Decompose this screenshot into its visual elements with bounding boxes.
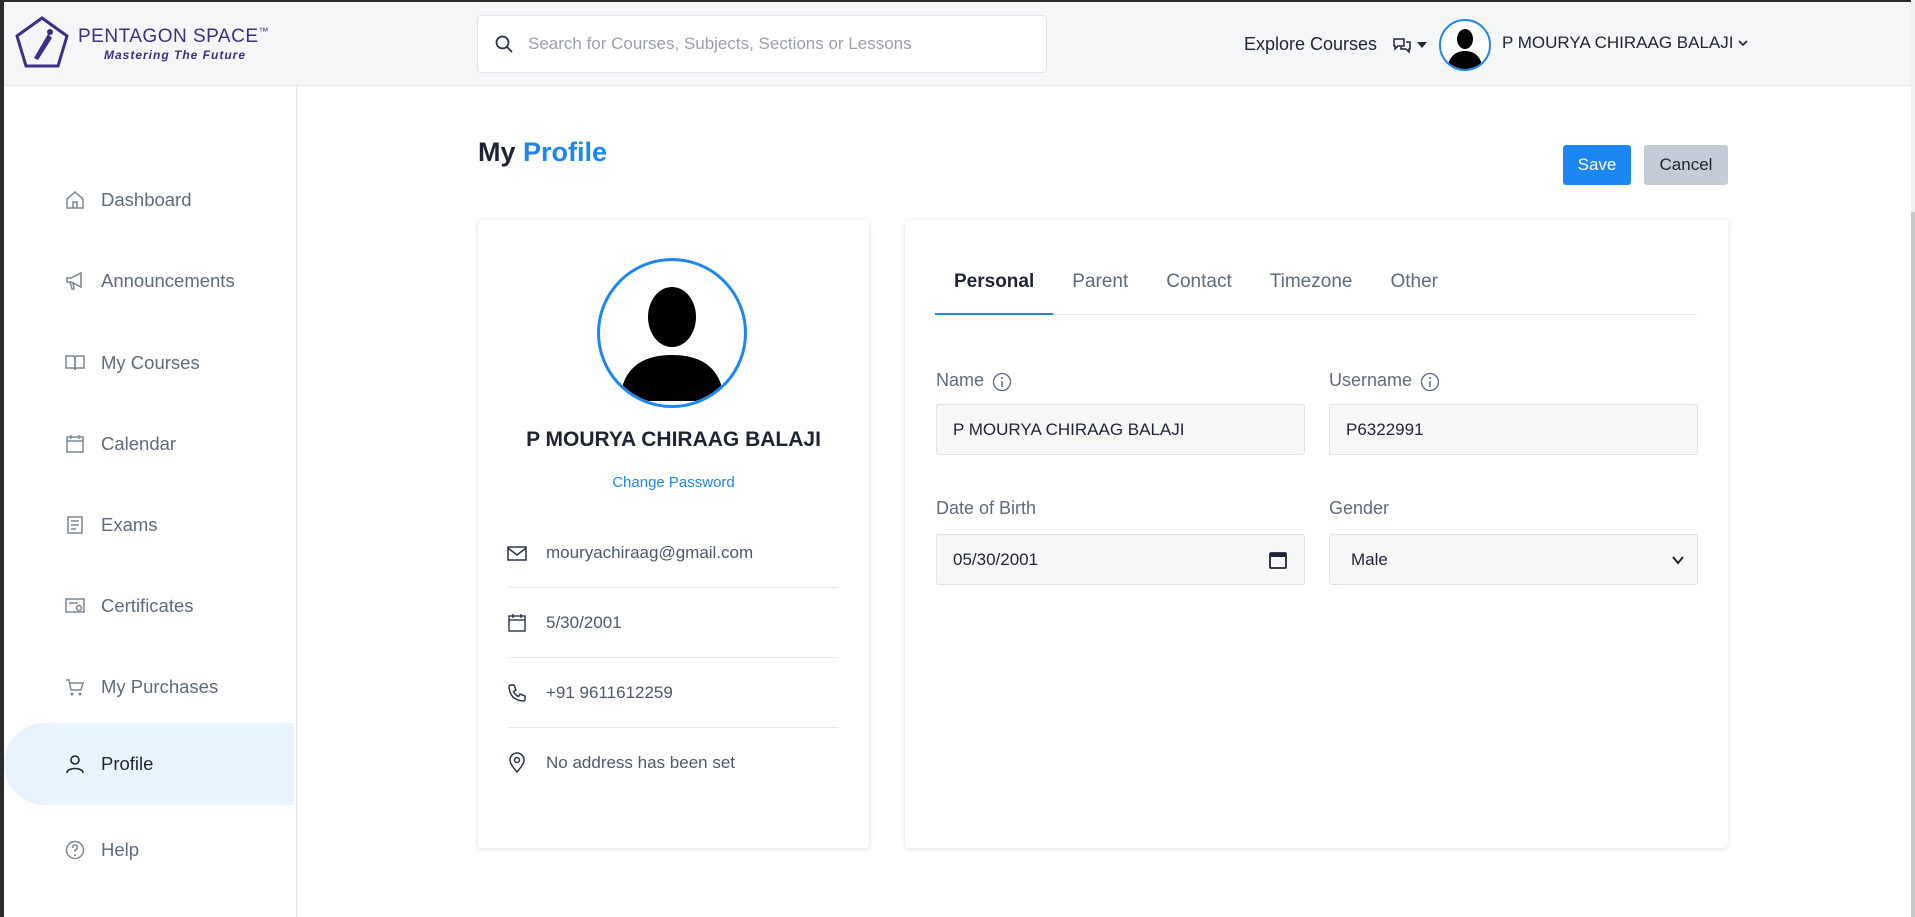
page-title: My Profile bbox=[478, 137, 608, 167]
info-icon[interactable] bbox=[992, 372, 1012, 392]
person-silhouette-icon bbox=[620, 287, 724, 401]
phone-value: +91 9611612259 bbox=[546, 682, 673, 702]
person-silhouette-icon bbox=[1447, 29, 1483, 69]
sidebar-item-profile[interactable]: Profile bbox=[4, 723, 294, 805]
cancel-button[interactable]: Cancel bbox=[1644, 145, 1728, 185]
gender-select[interactable]: Male bbox=[1329, 534, 1698, 585]
dob-label: Date of Birth bbox=[936, 498, 1037, 518]
mail-icon bbox=[507, 545, 527, 561]
profile-tabs: Personal Parent Contact Timezone Other bbox=[935, 270, 1697, 315]
address-row: No address has been set bbox=[508, 728, 838, 798]
megaphone-icon bbox=[66, 271, 82, 290]
sidebar-item-help[interactable]: Help bbox=[4, 809, 297, 891]
username-label: Username bbox=[1329, 368, 1440, 392]
sidebar-item-dashboard[interactable]: Dashboard bbox=[4, 159, 297, 241]
pentagon-logo-icon bbox=[15, 16, 69, 68]
logo-title: PENTAGON SPACE™ bbox=[78, 26, 269, 47]
sidebar-item-my-courses[interactable]: My Courses bbox=[4, 322, 297, 404]
sidebar-item-my-purchases[interactable]: My Purchases bbox=[4, 646, 297, 728]
calendar-icon bbox=[508, 613, 526, 632]
cart-icon bbox=[66, 679, 84, 696]
caret-down-icon bbox=[1417, 42, 1427, 48]
name-field[interactable]: P MOURYA CHIRAAG BALAJI bbox=[936, 404, 1305, 455]
sidebar-item-label: My Courses bbox=[101, 352, 200, 373]
info-icon[interactable] bbox=[1420, 372, 1440, 392]
name-label: Name bbox=[936, 368, 1012, 392]
logo[interactable]: PENTAGON SPACE™ Mastering The Future bbox=[12, 14, 269, 74]
tab-timezone[interactable]: Timezone bbox=[1251, 270, 1372, 315]
dob-date-input[interactable]: 05/30/2001 bbox=[936, 534, 1305, 585]
phone-row: +91 9611612259 bbox=[508, 658, 838, 728]
sidebar-item-announcements[interactable]: Announcements bbox=[4, 240, 297, 322]
profile-edit-card: Personal Parent Contact Timezone Other N… bbox=[905, 220, 1728, 848]
user-icon bbox=[66, 755, 84, 774]
chevron-down-icon bbox=[1672, 556, 1684, 565]
chat-menu-button[interactable] bbox=[1392, 36, 1428, 54]
book-icon bbox=[65, 355, 85, 371]
address-value: No address has been set bbox=[546, 753, 736, 772]
change-password-link[interactable]: Change Password bbox=[478, 474, 869, 491]
search-bar[interactable] bbox=[477, 15, 1047, 73]
tab-contact[interactable]: Contact bbox=[1147, 270, 1250, 315]
sidebar-item-label: Certificates bbox=[101, 595, 194, 616]
scrollbar-thumb[interactable] bbox=[1911, 212, 1915, 917]
save-button[interactable]: Save bbox=[1563, 145, 1631, 185]
location-pin-icon bbox=[509, 752, 525, 774]
sidebar-item-label: Help bbox=[101, 839, 140, 860]
phone-icon bbox=[508, 683, 526, 702]
tab-parent[interactable]: Parent bbox=[1053, 270, 1147, 315]
dob-value: 5/30/2001 bbox=[546, 612, 622, 632]
sidebar-item-label: Announcements bbox=[101, 270, 235, 291]
top-header: PENTAGON SPACE™ Mastering The Future Exp… bbox=[4, 0, 1911, 86]
calendar-icon bbox=[66, 435, 84, 453]
explore-courses-link[interactable]: Explore Courses bbox=[1244, 34, 1377, 55]
chat-icon bbox=[1393, 38, 1411, 54]
sidebar-item-label: Exams bbox=[101, 514, 158, 535]
sidebar-item-label: My Purchases bbox=[101, 676, 219, 697]
certificate-icon bbox=[65, 598, 85, 613]
sidebar-item-exams[interactable]: Exams bbox=[4, 484, 297, 566]
sidebar-item-certificates[interactable]: Certificates bbox=[4, 565, 297, 647]
chevron-down-icon bbox=[1738, 40, 1749, 47]
exam-icon bbox=[67, 516, 83, 534]
help-icon bbox=[65, 840, 85, 860]
dob-row: 5/30/2001 bbox=[508, 588, 838, 658]
tab-personal[interactable]: Personal bbox=[935, 270, 1054, 315]
sidebar-item-calendar[interactable]: Calendar bbox=[4, 403, 297, 485]
sidebar-item-label: Dashboard bbox=[101, 189, 192, 210]
username-field[interactable]: P6322991 bbox=[1329, 404, 1698, 455]
search-input[interactable] bbox=[528, 34, 1028, 54]
email-row: mouryachiraag@gmail.com bbox=[507, 518, 838, 588]
sidebar-item-label: Profile bbox=[101, 753, 154, 774]
email-value: mouryachiraag@gmail.com bbox=[546, 542, 754, 562]
sidebar-item-label: Calendar bbox=[101, 433, 177, 454]
user-name: P MOURYA CHIRAAG BALAJI bbox=[1502, 33, 1734, 52]
logo-tagline: Mastering The Future bbox=[104, 48, 247, 62]
user-menu[interactable]: P MOURYA CHIRAAG BALAJI bbox=[1502, 33, 1749, 53]
home-icon bbox=[66, 191, 84, 209]
search-icon bbox=[495, 35, 513, 53]
user-avatar[interactable] bbox=[1439, 19, 1491, 71]
tab-other[interactable]: Other bbox=[1371, 270, 1457, 315]
profile-avatar[interactable] bbox=[597, 258, 747, 408]
profile-name: P MOURYA CHIRAAG BALAJI bbox=[526, 428, 821, 451]
calendar-picker-icon[interactable] bbox=[1268, 550, 1288, 570]
profile-summary-card: P MOURYA CHIRAAG BALAJI Change Password … bbox=[478, 220, 869, 848]
gender-label: Gender bbox=[1329, 498, 1390, 518]
